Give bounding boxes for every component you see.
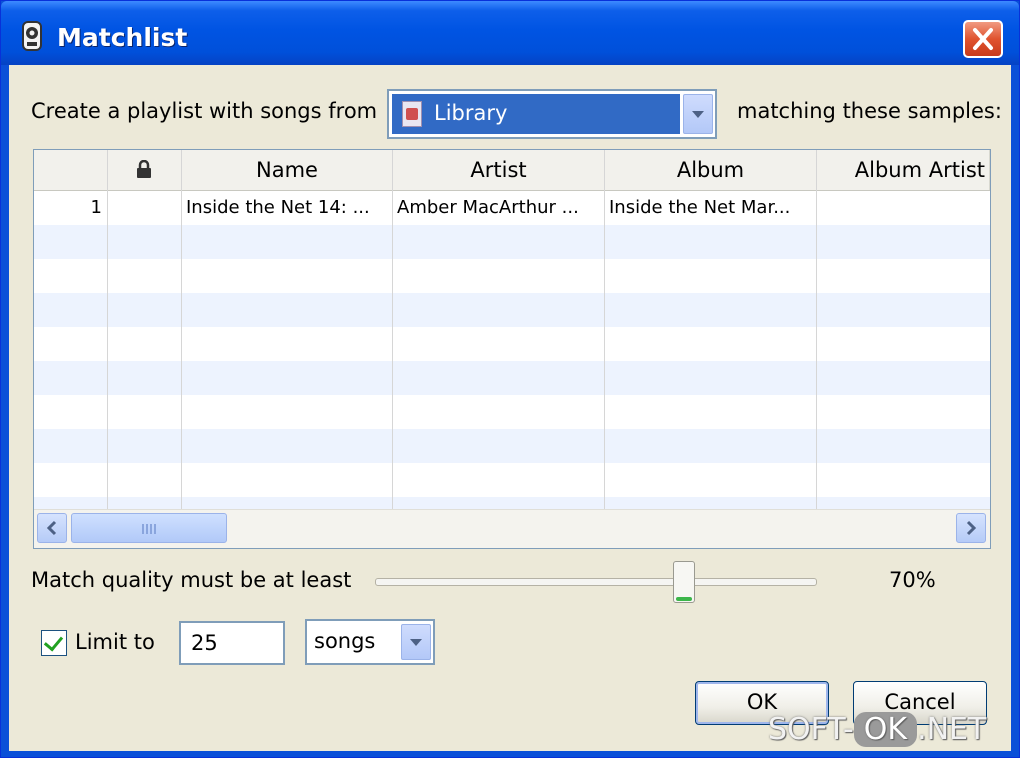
watermark: SOFT- OK .NET [768, 712, 1016, 756]
column-header-name[interactable]: Name [182, 150, 393, 190]
library-icon [402, 101, 422, 127]
empty-row [34, 497, 990, 509]
source-dropdown[interactable]: Library [387, 89, 717, 139]
limit-unit-value: songs [314, 629, 376, 653]
watermark-left: SOFT- [768, 712, 854, 747]
row-album-artist [821, 191, 986, 225]
horizontal-scrollbar[interactable] [34, 509, 990, 548]
empty-row [34, 429, 990, 463]
watermark-pill: OK [853, 712, 918, 747]
scroll-left-button[interactable] [37, 513, 67, 543]
table-row[interactable]: 1 Inside the Net 14: ... Amber MacArthur… [34, 191, 990, 225]
empty-row [34, 395, 990, 429]
unit-dropdown-arrow[interactable] [401, 624, 431, 660]
app-icon [22, 21, 42, 51]
limit-label: Limit to [75, 630, 155, 654]
window-title: Matchlist [57, 23, 188, 52]
title-bar[interactable]: Matchlist [1, 1, 1019, 65]
row-index: 1 [90, 197, 102, 218]
column-header-index[interactable] [34, 150, 108, 190]
column-header-album[interactable]: Album [605, 150, 817, 190]
column-divider [392, 150, 393, 509]
column-divider [107, 150, 108, 509]
scroll-grip [142, 524, 158, 534]
row-name: Inside the Net 14: ... [186, 197, 370, 218]
column-divider [816, 150, 817, 509]
chevron-right-icon [966, 520, 977, 536]
samples-table: Name Artist Album Album Artist 1 Inside … [33, 149, 991, 549]
check-icon [43, 631, 64, 652]
row-album: Inside the Net Mar... [609, 197, 791, 218]
empty-row [34, 225, 990, 259]
source-selection: Library [392, 94, 680, 134]
table-header: Name Artist Album Album Artist [34, 150, 990, 191]
column-header-lock[interactable] [108, 150, 182, 190]
quality-label: Match quality must be at least [31, 568, 352, 592]
matchlist-window: Matchlist Create a playlist with songs f… [0, 0, 1020, 758]
chevron-left-icon [46, 520, 57, 536]
source-dropdown-arrow[interactable] [683, 94, 713, 134]
row-artist: Amber MacArthur ... [397, 197, 579, 218]
column-divider [181, 150, 182, 509]
table-body: 1 Inside the Net 14: ... Amber MacArthur… [34, 191, 990, 509]
empty-row [34, 361, 990, 395]
dialog-body: Create a playlist with songs from Librar… [9, 65, 1011, 751]
watermark-right: .NET [917, 712, 987, 747]
limit-count-input[interactable]: 25 [179, 621, 285, 665]
empty-row [34, 463, 990, 497]
prompt-suffix-label: matching these samples: [737, 99, 1002, 123]
empty-row [34, 327, 990, 361]
lock-icon [137, 160, 151, 178]
empty-row [34, 259, 990, 293]
quality-slider-thumb[interactable] [673, 561, 695, 603]
limit-unit-dropdown[interactable]: songs [305, 619, 435, 665]
column-header-album-artist[interactable]: Album Artist [817, 150, 990, 190]
close-icon [973, 28, 993, 50]
quality-slider-track[interactable] [375, 578, 817, 586]
column-header-artist[interactable]: Artist [393, 150, 605, 190]
source-value: Library [434, 101, 508, 125]
limit-checkbox[interactable] [41, 630, 67, 656]
quality-value: 70% [889, 568, 936, 592]
column-divider [604, 150, 605, 509]
close-button[interactable] [963, 20, 1003, 58]
scroll-right-button[interactable] [956, 513, 986, 543]
empty-row [34, 293, 990, 327]
scroll-thumb[interactable] [71, 513, 227, 543]
prompt-label: Create a playlist with songs from [31, 99, 378, 123]
